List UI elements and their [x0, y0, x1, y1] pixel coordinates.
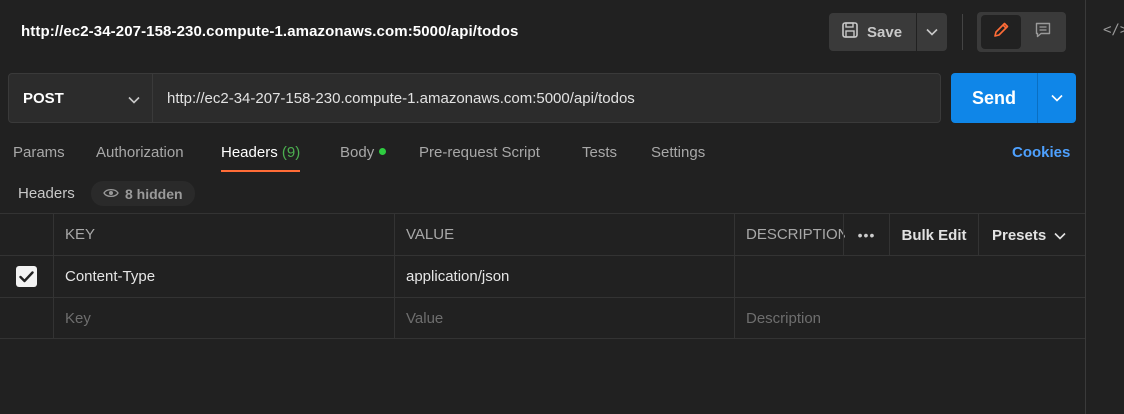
key-column-header: KEY	[53, 214, 394, 255]
save-button[interactable]: Save	[829, 13, 916, 51]
new-row-check-cell	[0, 298, 53, 338]
hidden-headers-label: 8 hidden	[125, 185, 183, 202]
request-workspace: http://ec2-34-207-158-230.compute-1.amaz…	[0, 0, 1085, 414]
toolbar-divider	[962, 14, 963, 50]
tab-body[interactable]: Body	[340, 138, 387, 174]
new-description-placeholder: Description	[746, 309, 822, 327]
check-column-header	[0, 214, 53, 255]
header-value-text: application/json	[406, 268, 510, 285]
new-value-placeholder: Value	[406, 309, 444, 327]
save-icon	[841, 21, 859, 43]
headers-table: KEY VALUE DESCRIPTION ••• Bulk Edit Pres…	[0, 213, 1085, 339]
comment-icon	[1034, 21, 1052, 44]
header-key-cell[interactable]: Content-Type	[53, 256, 394, 297]
tab-settings[interactable]: Settings	[651, 138, 705, 174]
tab-authorization[interactable]: Authorization	[96, 138, 184, 174]
tab-prerequest-script[interactable]: Pre-request Script	[419, 138, 540, 174]
right-sidebar	[1085, 0, 1124, 414]
new-key-placeholder: Key	[65, 309, 91, 327]
table-row: Content-Type application/json	[0, 255, 1085, 297]
description-column-label: DESCRIPTION	[746, 226, 845, 243]
presets-dropdown[interactable]: Presets	[978, 214, 1085, 256]
tab-body-label: Body	[340, 144, 375, 161]
url-input[interactable]	[152, 73, 941, 123]
tab-headers-count: (9)	[281, 144, 301, 161]
presets-label: Presets	[992, 226, 1047, 244]
send-options-button[interactable]	[1037, 73, 1076, 123]
pencil-icon	[992, 21, 1010, 44]
tab-params[interactable]: Params	[13, 138, 65, 174]
header-value-cell[interactable]: application/json	[394, 256, 734, 297]
table-row-new: Key Value Description	[0, 297, 1085, 339]
new-description-field[interactable]: Description	[734, 298, 1085, 338]
headers-section-label: Headers	[18, 185, 75, 202]
value-column-header: VALUE	[394, 214, 734, 255]
tab-headers-label: Headers	[221, 144, 278, 161]
save-options-button[interactable]	[917, 13, 947, 51]
request-tabs: Params Authorization Headers (9) Body Pr…	[0, 138, 1085, 174]
row-enable-cell	[0, 256, 53, 297]
new-value-field[interactable]: Value	[394, 298, 734, 338]
request-title[interactable]: http://ec2-34-207-158-230.compute-1.amaz…	[21, 23, 518, 40]
chevron-down-icon	[1051, 89, 1063, 107]
cookies-link[interactable]: Cookies	[1012, 144, 1070, 161]
method-select[interactable]: POST	[8, 73, 153, 123]
save-label: Save	[867, 23, 903, 41]
tab-tests[interactable]: Tests	[582, 138, 617, 174]
eye-icon	[103, 186, 119, 202]
chevron-down-icon	[128, 91, 140, 108]
tab-headers[interactable]: Headers (9)	[221, 138, 301, 174]
method-label: POST	[23, 89, 64, 107]
send-label: Send	[971, 87, 1016, 108]
send-button[interactable]: Send	[951, 73, 1037, 123]
new-key-field[interactable]: Key	[53, 298, 394, 338]
comment-mode-button[interactable]	[1024, 15, 1062, 49]
row-enable-checkbox[interactable]	[16, 266, 37, 287]
header-key-text: Content-Type	[65, 268, 156, 285]
chevron-down-icon	[926, 23, 938, 41]
more-options-button[interactable]: •••	[843, 214, 889, 256]
code-icon[interactable]: </>	[1103, 22, 1124, 38]
hidden-headers-toggle[interactable]: 8 hidden	[91, 181, 195, 206]
body-indicator-dot	[379, 148, 387, 155]
chevron-down-icon	[1054, 227, 1066, 244]
header-description-cell[interactable]	[734, 256, 1085, 297]
edit-mode-button[interactable]	[981, 15, 1021, 49]
bulk-edit-button[interactable]: Bulk Edit	[889, 214, 978, 256]
table-header-row: KEY VALUE DESCRIPTION ••• Bulk Edit Pres…	[0, 213, 1085, 256]
